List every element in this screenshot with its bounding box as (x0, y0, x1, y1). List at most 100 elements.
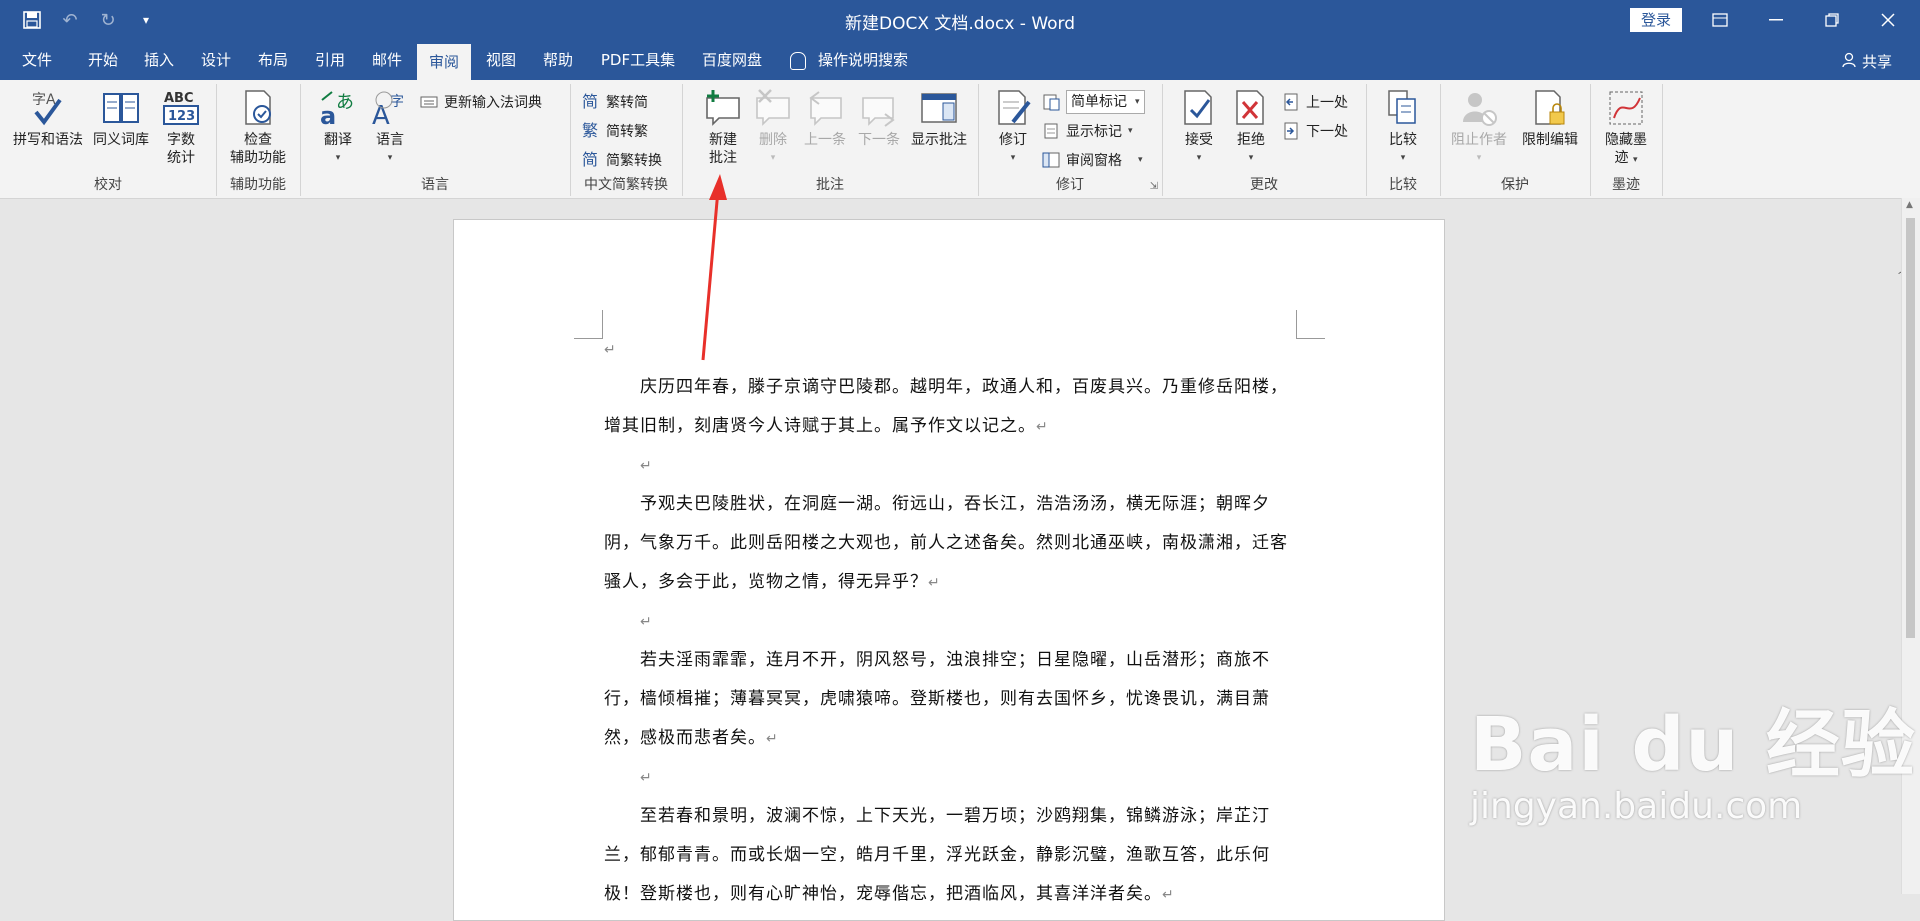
block-authors-label: 阻止作者 (1451, 132, 1507, 148)
group-label-compare: 比较 (1389, 177, 1417, 193)
keyboard-icon (420, 93, 438, 111)
share-button[interactable]: 共享 (1842, 51, 1892, 72)
tab-home[interactable]: 开始 (76, 40, 130, 80)
reject-icon (1231, 88, 1271, 128)
tab-pdf-tools[interactable]: PDF工具集 (592, 40, 684, 80)
document-paragraph-5[interactable]: 若夫淫雨霏霏，连月不开，阴风怒号，浊浪排空；日星隐曜，山岳潜形；商旅不行，樯倾楫… (604, 641, 1294, 759)
tab-view[interactable]: 视图 (474, 40, 528, 80)
tab-file[interactable]: 文件 (10, 40, 64, 80)
next-change-button[interactable]: 下一处 (1282, 121, 1348, 141)
tab-references[interactable]: 引用 (303, 40, 357, 80)
document-paragraph-1[interactable]: 庆历四年春，滕子京谪守巴陵郡。越明年，政通人和，百废具兴。乃重修岳阳楼，增其旧制… (604, 368, 1294, 447)
reviewing-pane-icon (1042, 151, 1060, 169)
reviewing-pane-button[interactable]: 审阅窗格 ▾ (1042, 150, 1143, 170)
paragraph-mark: ↵ (640, 458, 653, 474)
simplified-to-traditional-button[interactable]: 繁 简转繁 (582, 121, 648, 141)
hide-ink-label-2: 迹 (1614, 150, 1629, 166)
delete-comment-button[interactable]: 删除 ▾ (750, 88, 796, 167)
tell-me-search[interactable]: 操作说明搜索 (790, 40, 920, 80)
restrict-editing-button[interactable]: 限制编辑 (1516, 88, 1584, 149)
baidu-jingyan-watermark: Bai du 经验 jingyan.baidu.com (1470, 685, 1916, 827)
document-paragraph-7[interactable]: 至若春和景明，波澜不惊，上下天光，一碧万顷；沙鸥翔集，锦鳞游泳；岸芷汀兰，郁郁青… (604, 797, 1294, 915)
delete-comment-label: 删除 (759, 132, 787, 148)
chinese-conversion-button[interactable]: 简 简繁转换 (582, 150, 662, 170)
block-authors-button[interactable]: 阻止作者 ▾ (1446, 88, 1512, 167)
tab-insert[interactable]: 插入 (132, 40, 186, 80)
hide-ink-label-1: 隐藏墨 (1605, 132, 1647, 148)
markup-display-select[interactable]: 简单标记 ▾ (1042, 90, 1145, 114)
document-paragraph-4[interactable]: ↵ (604, 602, 1294, 642)
word-count-button[interactable]: ABC 123 字数 统计 (156, 88, 206, 167)
accept-label: 接受 (1185, 132, 1213, 148)
tab-baidu-netdisk[interactable]: 百度网盘 (692, 40, 772, 80)
new-comment-button[interactable]: 新建 批注 (700, 88, 746, 167)
paragraph-mark: ↵ (928, 575, 941, 591)
ribbon-tabs: 文件 开始 插入 设计 布局 引用 邮件 审阅 视图 帮助 PDF工具集 百度网… (0, 40, 1920, 80)
group-language: aあ 翻译 ▾ A字 语言 ▾ 更新输入法词典 语言 (300, 84, 571, 196)
previous-change-button[interactable]: 上一处 (1282, 92, 1348, 112)
document-page[interactable]: ↵ 庆历四年春，滕子京谪守巴陵郡。越明年，政通人和，百废具兴。乃重修岳阳楼，增其… (453, 219, 1445, 921)
hide-ink-button[interactable]: 隐藏墨 迹 ▾ (1594, 88, 1658, 169)
show-comments-button[interactable]: 显示批注 (906, 88, 972, 149)
paragraph-mark: ↵ (1162, 887, 1175, 903)
previous-comment-button[interactable]: 上一条 (800, 88, 850, 149)
traditional-to-simplified-button[interactable]: 简 繁转简 (582, 92, 648, 112)
scrollbar-thumb[interactable] (1906, 218, 1915, 638)
thesaurus-button[interactable]: 同义词库 (88, 88, 154, 149)
login-button[interactable]: 登录 (1630, 8, 1682, 32)
reject-dropdown-icon: ▾ (1248, 153, 1254, 163)
group-label-accessibility: 辅助功能 (230, 177, 286, 193)
spelling-grammar-button[interactable]: 字A 拼写和语法 (10, 88, 86, 149)
previous-comment-icon (805, 88, 845, 128)
paragraph-5-text: 若夫淫雨霏霏，连月不开，阴风怒号，浊浪排空；日星隐曜，山岳潜形；商旅不行，樯倾楫… (604, 650, 1270, 748)
group-ink: 隐藏墨 迹 ▾ 墨迹 (1590, 84, 1663, 196)
restore-icon[interactable] (1812, 6, 1852, 34)
tab-review[interactable]: 审阅 (417, 44, 471, 80)
markup-icon (1042, 93, 1060, 111)
new-comment-label-1: 新建 (709, 132, 737, 148)
abc-123-icon: ABC 123 (161, 88, 201, 128)
tab-help[interactable]: 帮助 (531, 40, 585, 80)
group-proofing: 字A 拼写和语法 同义词库 ABC 123 字数 统计 校对 (0, 84, 217, 196)
translate-button[interactable]: aあ 翻译 ▾ (314, 88, 362, 167)
language-button[interactable]: A字 语言 ▾ (366, 88, 414, 167)
tab-mailings[interactable]: 邮件 (360, 40, 414, 80)
close-icon[interactable] (1868, 6, 1908, 34)
document-paragraph-3[interactable]: 予观夫巴陵胜状，在洞庭一湖。衔远山，吞长江，浩浩汤汤，横无际涯；朝晖夕阴，气象万… (604, 485, 1294, 603)
show-markup-button[interactable]: 显示标记 ▾ (1042, 121, 1133, 141)
paragraph-1-text: 庆历四年春，滕子京谪守巴陵郡。越明年，政通人和，百废具兴。乃重修岳阳楼，增其旧制… (604, 377, 1288, 436)
show-comments-label: 显示批注 (911, 132, 967, 148)
document-paragraph-2[interactable]: ↵ (604, 446, 1294, 486)
tab-design[interactable]: 设计 (189, 40, 243, 80)
accept-button[interactable]: 接受 ▾ (1176, 88, 1222, 167)
compare-button[interactable]: 比较 ▾ (1378, 88, 1428, 167)
convert-label: 简繁转换 (606, 153, 662, 169)
next-comment-button[interactable]: 下一条 (854, 88, 904, 149)
ribbon-display-options-icon[interactable] (1700, 6, 1740, 34)
language-icon: A字 (370, 88, 410, 131)
scroll-up-icon[interactable]: ▲ (1906, 200, 1913, 210)
show-markup-dropdown-icon: ▾ (1128, 126, 1133, 136)
minimize-icon[interactable] (1756, 6, 1796, 34)
track-changes-label: 修订 (999, 132, 1027, 148)
crop-mark-top-left (574, 310, 603, 339)
vertical-scrollbar[interactable]: ▲ (1901, 198, 1920, 894)
update-ime-dictionary-button[interactable]: 更新输入法词典 (420, 92, 542, 112)
lock-document-icon (1530, 88, 1570, 128)
tell-me-label: 操作说明搜索 (818, 51, 909, 69)
document-paragraph-6[interactable]: ↵ (604, 758, 1294, 798)
share-label: 共享 (1861, 53, 1892, 71)
tab-layout[interactable]: 布局 (246, 40, 300, 80)
reject-button[interactable]: 拒绝 ▾ (1228, 88, 1274, 167)
check-label-2: 辅助功能 (230, 150, 286, 166)
svg-text:a: a (320, 102, 336, 128)
t2s-label: 繁转简 (606, 95, 648, 111)
hide-ink-label-2-row: 迹 ▾ (1594, 149, 1658, 169)
track-changes-button[interactable]: 修订 ▾ (990, 88, 1036, 167)
check-accessibility-button[interactable]: 检查 辅助功能 (224, 88, 292, 167)
group-chinese-conversion: 简 繁转简 繁 简转繁 简 简繁转换 中文简繁转换 (570, 84, 683, 196)
svg-text:あ: あ (336, 92, 354, 113)
reject-label: 拒绝 (1237, 132, 1265, 148)
conversion-char-icon: 简 (582, 150, 599, 169)
group-label-language: 语言 (421, 177, 449, 193)
